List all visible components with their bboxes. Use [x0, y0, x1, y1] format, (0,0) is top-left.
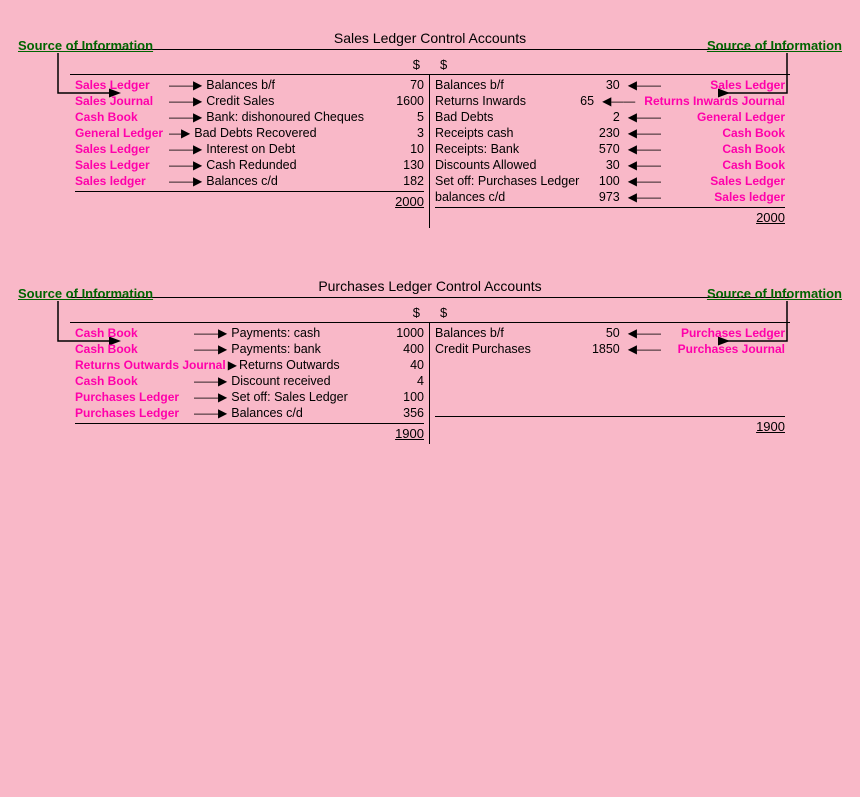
s1-l-row1: Sales Ledger ——▶ Balances b/f 70	[75, 78, 424, 92]
s1-body: Sales Ledger ——▶ Balances b/f 70 Sales J…	[70, 74, 790, 228]
s2-l-row1: Cash Book ——▶ Payments: cash 1000	[75, 326, 424, 340]
s1-r-row8: balances c/d 973 ◀—— Sales ledger	[435, 190, 785, 204]
s2-l-row3: Returns Outwards Journal ▶ Returns Outwa…	[75, 358, 424, 372]
s2-l-row6: Purchases Ledger ——▶ Balances c/d 356	[75, 406, 424, 420]
s1-r-row2: Returns Inwards 65 ◀—— Returns Inwards J…	[435, 94, 785, 108]
s1-l-row7: Sales ledger ——▶ Balances c/d 182	[75, 174, 424, 188]
s1-l-total-row: 2000	[75, 191, 424, 209]
s2-l-row2: Cash Book ——▶ Payments: bank 400	[75, 342, 424, 356]
s1-r-row6: Discounts Allowed 30 ◀—— Cash Book	[435, 158, 785, 172]
s1-l-row4: General Ledger —▶ Bad Debts Recovered 3	[75, 126, 424, 140]
s2-dollar-headers: $ $	[70, 303, 790, 322]
section1: Source of Information Source of Informat…	[0, 30, 860, 228]
s1-l-row2: Sales Journal ——▶ Credit Sales 1600	[75, 94, 424, 108]
s2-r-row2: Credit Purchases 1850 ◀—— Purchases Jour…	[435, 342, 785, 356]
purchases-ledger-title: Purchases Ledger Control Accounts	[70, 278, 790, 298]
s2-l-row5: Purchases Ledger ——▶ Set off: Sales Ledg…	[75, 390, 424, 404]
s1-r-row4: Receipts cash 230 ◀—— Cash Book	[435, 126, 785, 140]
s1-left: Sales Ledger ——▶ Balances b/f 70 Sales J…	[70, 75, 430, 228]
s1-r-row7: Set off: Purchases Ledger 100 ◀—— Sales …	[435, 174, 785, 188]
page-container: Source of Information Source of Informat…	[0, 0, 860, 797]
s2-r-total-row: 1900	[435, 416, 785, 434]
sales-ledger-t-account: Sales Ledger Control Accounts $ $	[70, 30, 790, 228]
s1-r-row3: Bad Debts 2 ◀—— General Ledger	[435, 110, 785, 124]
s1-r-row1: Balances b/f 30 ◀—— Sales Ledger	[435, 78, 785, 92]
sales-ledger-title: Sales Ledger Control Accounts	[70, 30, 790, 50]
s1-right: Balances b/f 30 ◀—— Sales Ledger Returns…	[430, 75, 790, 228]
s2-right: Balances b/f 50 ◀—— Purchases Ledger Cre…	[430, 323, 790, 444]
s2-r-row1: Balances b/f 50 ◀—— Purchases Ledger	[435, 326, 785, 340]
s1-l-row6: Sales Ledger ——▶ Cash Redunded 130	[75, 158, 424, 172]
s1-dollar-headers: $ $	[70, 55, 790, 74]
section2: Source of Information Source of Informat…	[0, 278, 860, 444]
s2-body: Cash Book ——▶ Payments: cash 1000 Cash B…	[70, 322, 790, 444]
purchases-ledger-t-account: Purchases Ledger Control Accounts $ $	[70, 278, 790, 444]
s2-l-total-row: 1900	[75, 423, 424, 441]
s2-left: Cash Book ——▶ Payments: cash 1000 Cash B…	[70, 323, 430, 444]
s1-r-total-row: 2000	[435, 207, 785, 225]
s1-l-row3: Cash Book ——▶ Bank: dishonoured Cheques …	[75, 110, 424, 124]
s2-l-row4: Cash Book ——▶ Discount received 4	[75, 374, 424, 388]
s1-l-row5: Sales Ledger ——▶ Interest on Debt 10	[75, 142, 424, 156]
s1-r-row5: Receipts: Bank 570 ◀—— Cash Book	[435, 142, 785, 156]
